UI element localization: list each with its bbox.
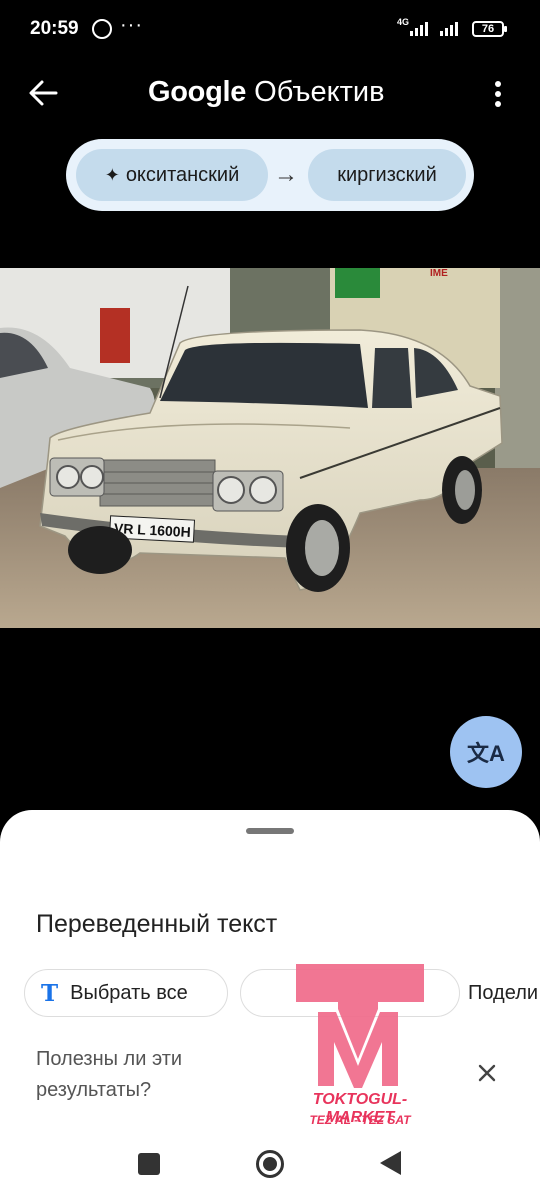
status-time: 20:59 xyxy=(30,18,79,39)
photo-banner-text: IME xyxy=(430,268,448,279)
notification-more-icon: ··· xyxy=(120,14,143,36)
translate-fab[interactable]: 文A xyxy=(450,716,522,788)
feedback-prompt: Полезны ли эти результаты? xyxy=(36,1044,182,1106)
language-selector: ✦ окситанский → киргизский xyxy=(66,139,474,211)
back-arrow-icon[interactable] xyxy=(26,76,60,110)
whatsapp-icon xyxy=(92,19,112,39)
target-language-button[interactable]: киргизский xyxy=(308,149,466,201)
sheet-title: Переведенный текст xyxy=(36,910,278,938)
more-options-icon[interactable] xyxy=(486,78,510,110)
feedback-line-1: Полезны ли эти xyxy=(36,1048,183,1070)
select-all-label: Выбрать все xyxy=(70,981,188,1004)
share-button[interactable]: Подели xyxy=(468,982,538,1005)
watermark-line-2: TEZ AL - TEZ SAT xyxy=(309,1113,411,1127)
battery-icon: 76 xyxy=(472,21,507,37)
app-title: Google Объектив xyxy=(148,76,385,109)
source-language-label: окситанский xyxy=(125,163,240,186)
feedback-line-2: результаты? xyxy=(36,1079,152,1101)
target-language-label: киргизский xyxy=(337,163,437,186)
signal-icon xyxy=(410,20,428,36)
close-icon[interactable] xyxy=(474,1060,500,1086)
share-label: Подели xyxy=(468,982,539,1004)
arrow-right-icon: → xyxy=(274,161,298,188)
system-back-button[interactable] xyxy=(380,1151,401,1175)
network-type: 4G xyxy=(397,17,410,27)
recents-button[interactable] xyxy=(138,1153,160,1175)
app-title-product: Объектив xyxy=(254,76,385,108)
google-logo: Google xyxy=(148,76,247,108)
captured-photo[interactable]: IME VR L 1600H xyxy=(0,268,540,628)
source-language-button[interactable]: ✦ окситанский xyxy=(76,149,268,201)
status-bar: 20:59 ··· 4G 76 xyxy=(0,0,540,60)
sparkle-icon: ✦ xyxy=(104,164,120,185)
text-select-icon: T xyxy=(41,979,59,1007)
select-all-button[interactable]: T Выбрать все xyxy=(24,969,228,1017)
bottom-sheet: Переведенный текст T Выбрать все Подели … xyxy=(0,810,540,1200)
translate-icon: 文A xyxy=(467,741,505,766)
signal-icon-2 xyxy=(440,20,458,36)
battery-level: 76 xyxy=(481,23,495,35)
drag-handle[interactable] xyxy=(246,828,294,834)
home-button[interactable] xyxy=(256,1150,284,1178)
